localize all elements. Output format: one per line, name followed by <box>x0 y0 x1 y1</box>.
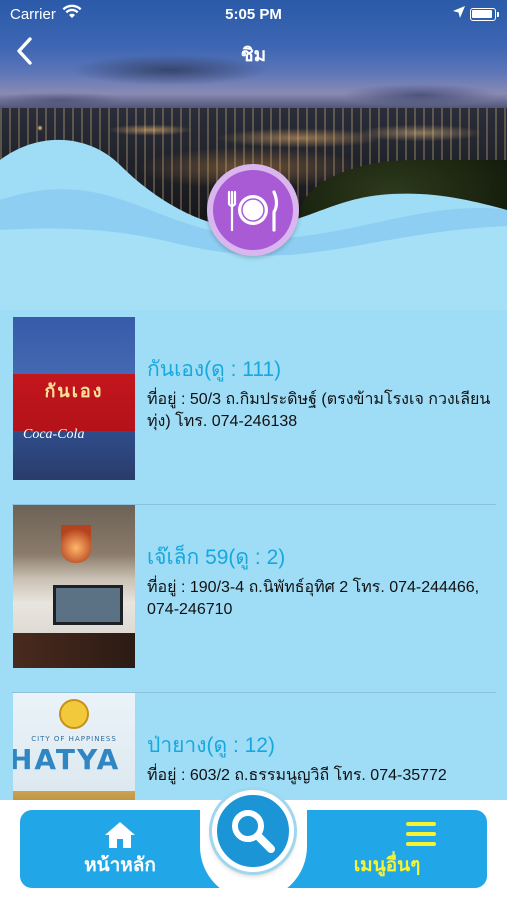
plate-fork-knife-icon <box>227 190 279 232</box>
restaurant-address: ที่อยู่ : 50/3 ถ.กิมประดิษฐ์ (ตรงข้ามโรง… <box>147 391 491 430</box>
tab-home[interactable]: หน้าหลัก <box>20 810 220 888</box>
window <box>53 585 123 625</box>
city-seal <box>59 699 89 729</box>
restaurant-list[interactable]: กันเอง Coca-Cola กันเอง(ดู : 111) ที่อยู… <box>12 317 496 802</box>
search-button[interactable] <box>212 790 294 872</box>
restaurant-name[interactable]: กันเอง(ดู : 111) <box>147 353 281 386</box>
restaurant-photo: CITY OF HAPPINESS HATYA <box>13 693 135 802</box>
home-icon <box>105 822 135 848</box>
chevron-left-icon <box>17 37 32 65</box>
restaurant-photo <box>13 505 135 668</box>
tab-home-label: หน้าหลัก <box>84 855 156 876</box>
tables <box>13 633 135 668</box>
hamburger-menu-icon <box>406 822 436 846</box>
chandelier <box>61 525 91 563</box>
tab-more-label: เมนูอื่นๆ <box>353 855 421 876</box>
category-badge <box>207 164 299 256</box>
restaurant-item-je-lek[interactable]: เจ๊เล็ก 59(ดู : 2) ที่อยู่ : 190/3-4 ถ.น… <box>12 505 496 693</box>
restaurant-photo: กันเอง Coca-Cola <box>13 317 135 480</box>
status-bar: Carrier 5:05 PM <box>0 0 507 28</box>
search-icon <box>232 810 275 853</box>
clock: 5:05 PM <box>225 6 282 23</box>
tab-more-menu[interactable]: เมนูอื่นๆ <box>287 810 487 888</box>
location-arrow-icon <box>452 5 466 22</box>
battery-icon <box>470 8 499 21</box>
photo-sign-text: กันเอง <box>44 381 104 402</box>
photo-sign-text: HATYA <box>13 743 121 776</box>
restaurant-name[interactable]: เจ๊เล็ก 59(ดู : 2) <box>147 541 285 574</box>
page-title: ชิม <box>240 44 267 66</box>
restaurant-item-pa-yang[interactable]: CITY OF HAPPINESS HATYA ป่ายาง(ดู : 12) … <box>12 693 496 802</box>
restaurant-item-kan-eng[interactable]: กันเอง Coca-Cola กันเอง(ดู : 111) ที่อยู… <box>12 317 496 505</box>
photo-brand-text: Coca-Cola <box>23 427 85 442</box>
restaurant-address: ที่อยู่ : 603/2 ถ.ธรรมนูญวิถี โทร. 074-3… <box>147 767 447 784</box>
restaurant-address: ที่อยู่ : 190/3-4 ถ.นิพัทธ์อุทิศ 2 โทร. … <box>147 579 480 618</box>
back-button[interactable] <box>14 36 44 70</box>
photo-subtitle: CITY OF HAPPINESS <box>31 735 117 743</box>
restaurant-name[interactable]: ป่ายาง(ดู : 12) <box>147 729 275 762</box>
navigation-bar: ชิม <box>0 36 507 70</box>
